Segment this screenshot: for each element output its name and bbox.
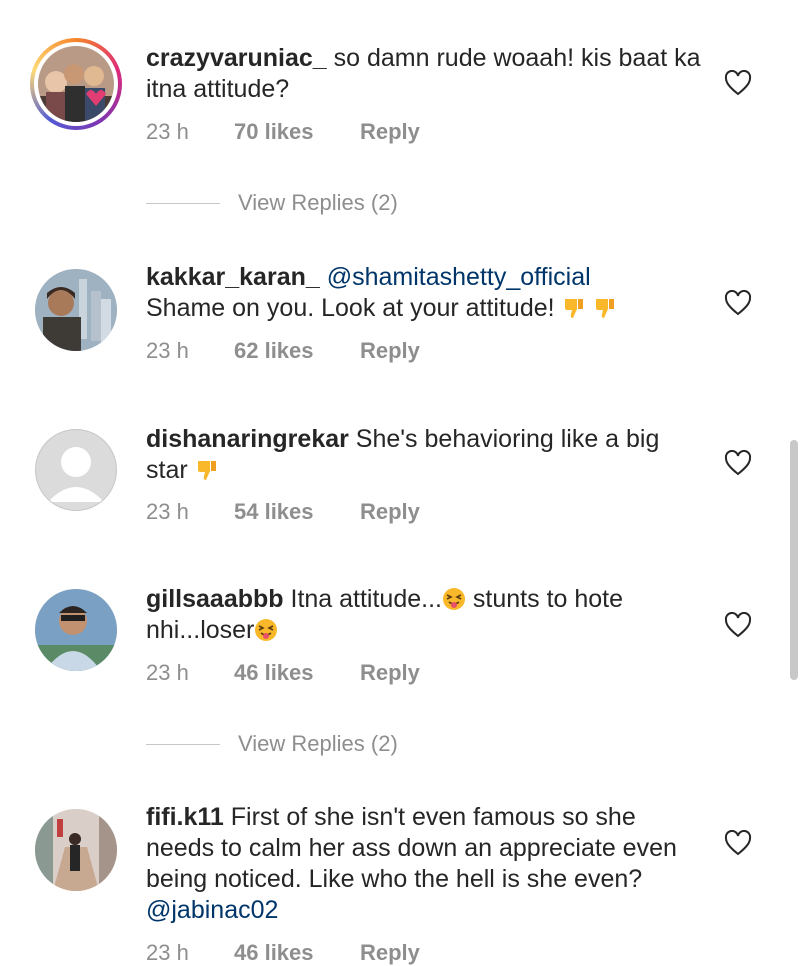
comment-body: Itna attitude... bbox=[283, 585, 442, 613]
avatar[interactable] bbox=[30, 38, 122, 130]
comment-text: crazyvaruniac_ so damn rude woaah! kis b… bbox=[146, 43, 706, 105]
username[interactable]: kakkar_karan_ bbox=[146, 263, 320, 291]
comment-time: 23 h bbox=[146, 338, 189, 363]
mention-link[interactable]: @jabinac02 bbox=[146, 896, 278, 924]
reply-button[interactable]: Reply bbox=[360, 660, 420, 686]
reply-button[interactable]: Reply bbox=[360, 338, 420, 364]
heart-outline-icon[interactable] bbox=[724, 449, 752, 476]
view-replies-button[interactable]: View Replies (2) bbox=[146, 731, 398, 757]
heart-outline-icon[interactable] bbox=[724, 289, 752, 316]
comment-time: 23 h bbox=[146, 499, 189, 524]
reply-button[interactable]: Reply bbox=[360, 940, 420, 966]
comment-text: dishanaringrekar She's behavioring like … bbox=[146, 424, 706, 486]
replies-divider bbox=[146, 743, 220, 745]
comment-meta: 23 h 70 likes Reply bbox=[146, 119, 420, 145]
thumbs-down-emoji bbox=[562, 296, 586, 320]
comment-meta: 23 h 46 likes Reply bbox=[146, 940, 420, 966]
thumbs-down-emoji bbox=[593, 296, 617, 320]
comment-time: 23 h bbox=[146, 940, 189, 965]
reply-button[interactable]: Reply bbox=[360, 499, 420, 525]
squinting-tongue-emoji bbox=[254, 618, 278, 642]
comment-text: kakkar_karan_ @shamitashetty_official Sh… bbox=[146, 262, 706, 324]
comment-meta: 23 h 46 likes Reply bbox=[146, 660, 420, 686]
comment-item: kakkar_karan_ @shamitashetty_official Sh… bbox=[0, 250, 780, 400]
avatar[interactable] bbox=[30, 804, 122, 896]
username[interactable]: dishanaringrekar bbox=[146, 425, 349, 453]
username[interactable]: crazyvaruniac_ bbox=[146, 44, 327, 72]
username[interactable]: gillsaaabbb bbox=[146, 585, 284, 613]
squinting-tongue-emoji bbox=[442, 587, 466, 611]
comment-time: 23 h bbox=[146, 119, 189, 144]
avatar[interactable] bbox=[30, 424, 122, 516]
username[interactable]: fifi.k11 bbox=[146, 803, 224, 831]
comment-body: Shame on you. Look at your attitude! bbox=[146, 294, 555, 322]
comment-item: dishanaringrekar She's behavioring like … bbox=[0, 412, 780, 562]
heart-outline-icon[interactable] bbox=[724, 69, 752, 96]
view-replies-label: View Replies (2) bbox=[238, 731, 398, 756]
scrollbar[interactable] bbox=[790, 440, 798, 680]
view-replies-button[interactable]: View Replies (2) bbox=[146, 190, 398, 216]
likes-count[interactable]: 54 likes bbox=[234, 499, 360, 525]
comment-meta: 23 h 54 likes Reply bbox=[146, 499, 420, 525]
likes-count[interactable]: 70 likes bbox=[234, 119, 360, 145]
story-ring bbox=[30, 38, 122, 130]
thumbs-down-emoji bbox=[195, 458, 219, 482]
likes-count[interactable]: 46 likes bbox=[234, 660, 360, 686]
mention-link[interactable]: @shamitashetty_official bbox=[327, 263, 591, 291]
avatar[interactable] bbox=[30, 584, 122, 676]
comment-item: fifi.k11 First of she isn't even famous … bbox=[0, 792, 780, 965]
reply-button[interactable]: Reply bbox=[360, 119, 420, 145]
view-replies-label: View Replies (2) bbox=[238, 190, 398, 215]
replies-divider bbox=[146, 202, 220, 204]
likes-count[interactable]: 46 likes bbox=[234, 940, 360, 966]
heart-outline-icon[interactable] bbox=[724, 829, 752, 856]
comment-text: gillsaaabbb Itna attitude... stunts to h… bbox=[146, 584, 706, 646]
heart-outline-icon[interactable] bbox=[724, 611, 752, 638]
comment-time: 23 h bbox=[146, 660, 189, 685]
comment-item: crazyvaruniac_ so damn rude woaah! kis b… bbox=[0, 0, 780, 240]
likes-count[interactable]: 62 likes bbox=[234, 338, 360, 364]
comment-meta: 23 h 62 likes Reply bbox=[146, 338, 420, 364]
comment-text: fifi.k11 First of she isn't even famous … bbox=[146, 802, 706, 926]
avatar[interactable] bbox=[30, 264, 122, 356]
comment-body: First of she isn't even famous so she ne… bbox=[146, 803, 677, 893]
comment-item: gillsaaabbb Itna attitude... stunts to h… bbox=[0, 572, 780, 782]
